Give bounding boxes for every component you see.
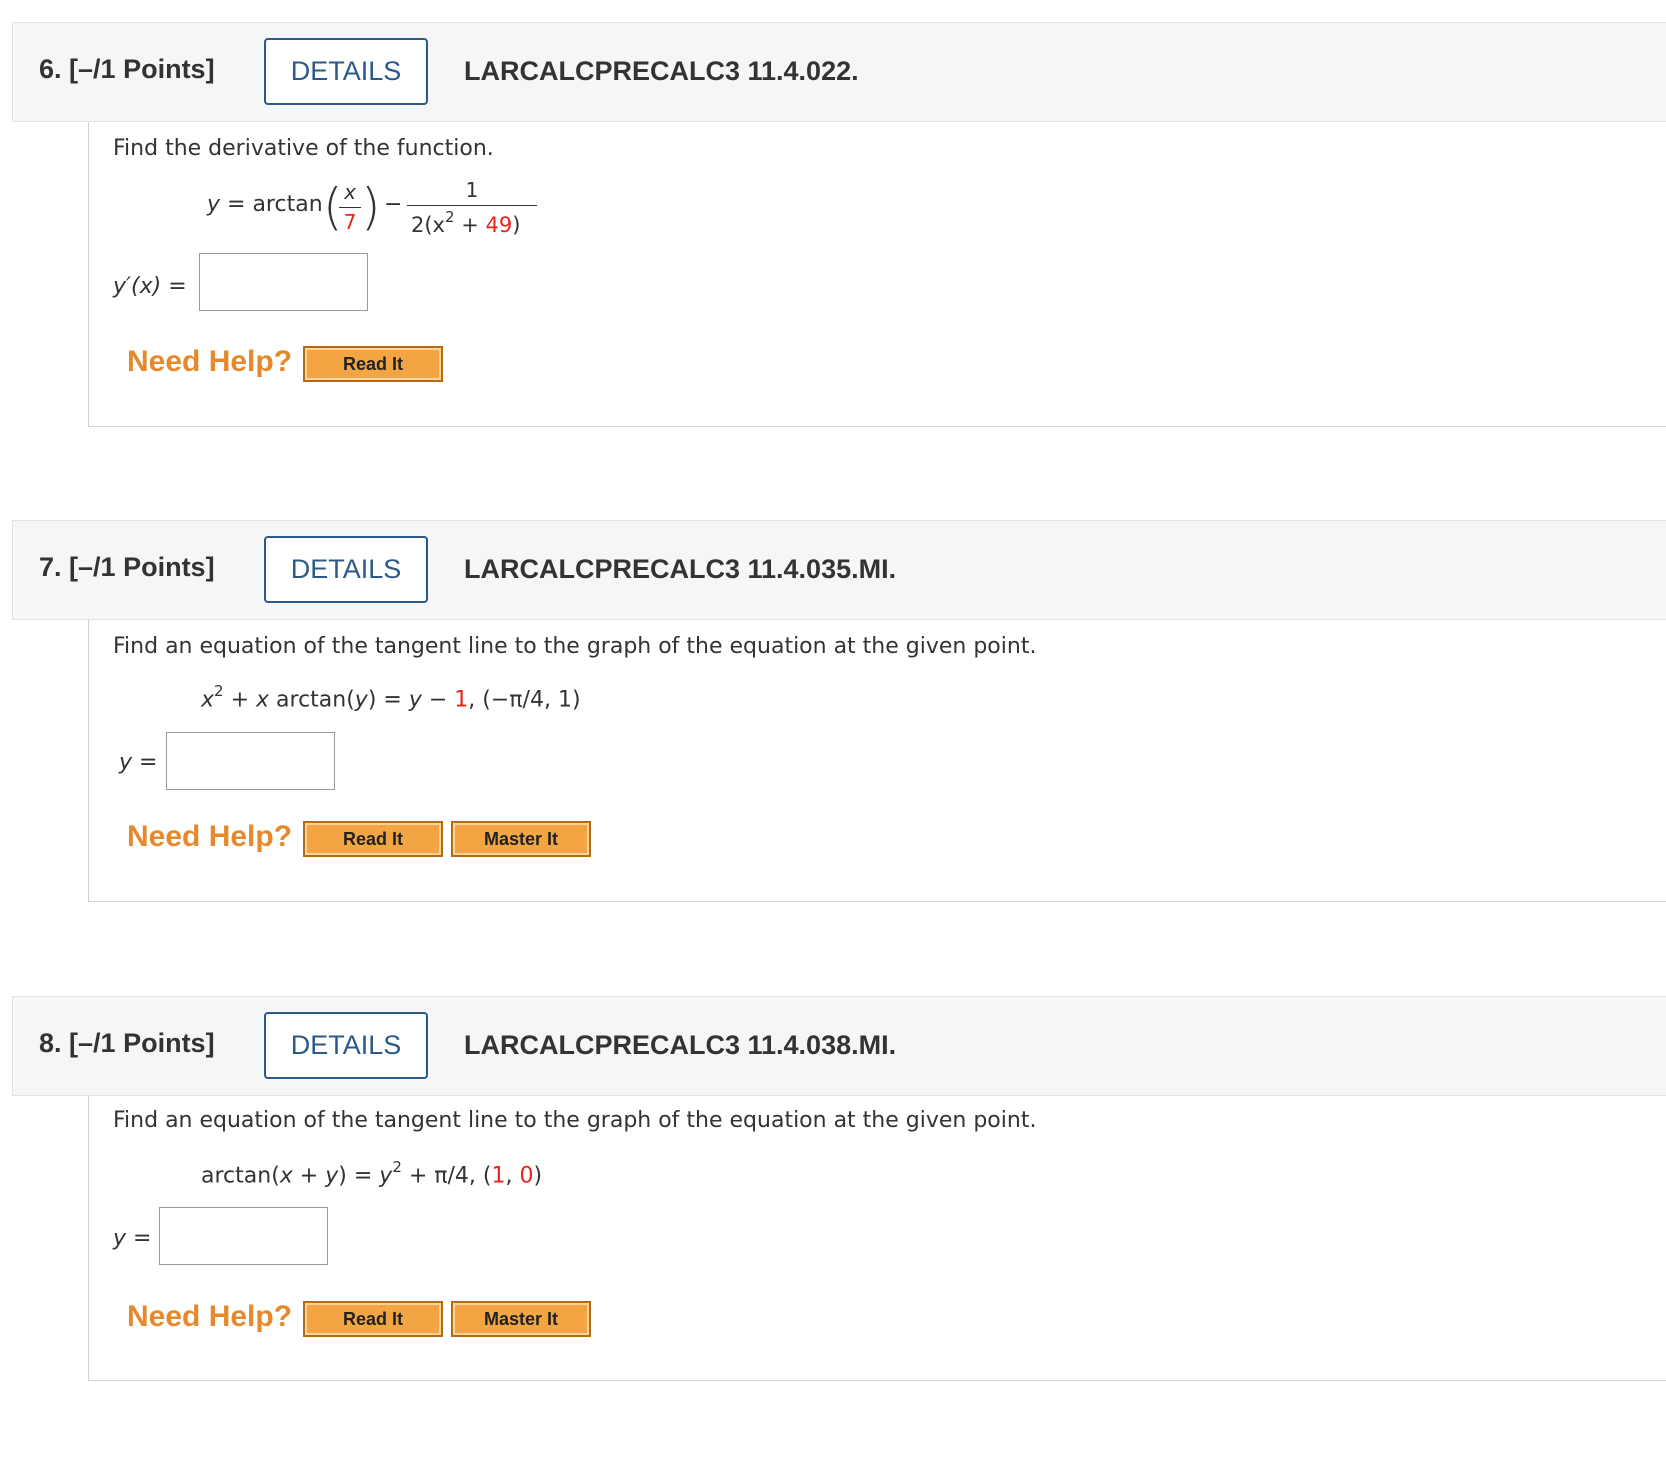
master-it-button[interactable]: Master It (451, 1301, 591, 1337)
question-6-title: 6. [–/1 Points] (39, 54, 215, 85)
answer-label: y = (113, 1226, 152, 1251)
frac-bar (339, 207, 361, 208)
question-number: 8. (39, 1028, 62, 1058)
read-it-button[interactable]: Read It (303, 346, 443, 382)
question-code: LARCALCPRECALC3 11.4.022. (464, 56, 859, 86)
rhs-numerator: 1 (465, 178, 479, 202)
question-number: 6. (39, 54, 62, 84)
equation: x2 + x arctan(y) = y − 1, (−π/4, 1) (201, 682, 581, 713)
details-button-q7[interactable]: DETAILS (264, 536, 428, 603)
details-button-q8[interactable]: DETAILS (264, 1012, 428, 1079)
question-prompt: Find an equation of the tangent line to … (113, 634, 1037, 659)
answer-label: y′(x) = (113, 274, 187, 299)
question-code: LARCALCPRECALC3 11.4.038.MI. (464, 1030, 897, 1060)
need-help-label: Need Help? (127, 345, 293, 378)
question-number: 7. (39, 552, 62, 582)
question-prompt: Find an equation of the tangent line to … (113, 1108, 1037, 1133)
equation-lhs: y = arctan (207, 192, 323, 217)
question-6-header: 6. [–/1 Points] DETAILS LARCALCPRECALC3 … (12, 22, 1666, 122)
question-points: [–/1 Points] (69, 552, 215, 582)
question-7-header: 7. [–/1 Points] DETAILS LARCALCPRECALC3 … (12, 520, 1666, 620)
rhs-denominator: 2(x2 + 49) (411, 208, 521, 237)
read-it-button[interactable]: Read It (303, 821, 443, 857)
equation: arctan(x + y) = y2 + π/4, (1, 0) (201, 1158, 543, 1189)
question-code: LARCALCPRECALC3 11.4.035.MI. (464, 554, 897, 584)
question-points: [–/1 Points] (69, 54, 215, 84)
read-it-button[interactable]: Read It (303, 1301, 443, 1337)
question-8-header: 8. [–/1 Points] DETAILS LARCALCPRECALC3 … (12, 996, 1666, 1096)
question-6-body: Find the derivative of the function. y =… (88, 122, 1666, 427)
question-8-title: 8. [–/1 Points] (39, 1028, 215, 1059)
answer-label: y = (119, 750, 158, 775)
need-help-label: Need Help? (127, 1300, 293, 1333)
answer-input-q6[interactable] (199, 253, 368, 311)
question-points: [–/1 Points] (69, 1028, 215, 1058)
question-7-title: 7. [–/1 Points] (39, 552, 215, 583)
equation: y = arctan ( x 7 ) − 1 2(x2 + 49) (89, 122, 689, 242)
question-8-body: Find an equation of the tangent line to … (88, 1096, 1666, 1381)
frac-denominator: 7 (343, 210, 357, 234)
paren-close: ) (361, 178, 381, 236)
details-button-q6[interactable]: DETAILS (264, 38, 428, 105)
frac-numerator: x (344, 180, 356, 204)
equation-minus: − (384, 192, 403, 217)
master-it-button[interactable]: Master It (451, 821, 591, 857)
answer-input-q7[interactable] (166, 732, 335, 790)
answer-input-q8[interactable] (159, 1207, 328, 1265)
question-7-body: Find an equation of the tangent line to … (88, 620, 1666, 902)
need-help-label: Need Help? (127, 820, 293, 853)
rhs-frac-bar (407, 205, 537, 206)
